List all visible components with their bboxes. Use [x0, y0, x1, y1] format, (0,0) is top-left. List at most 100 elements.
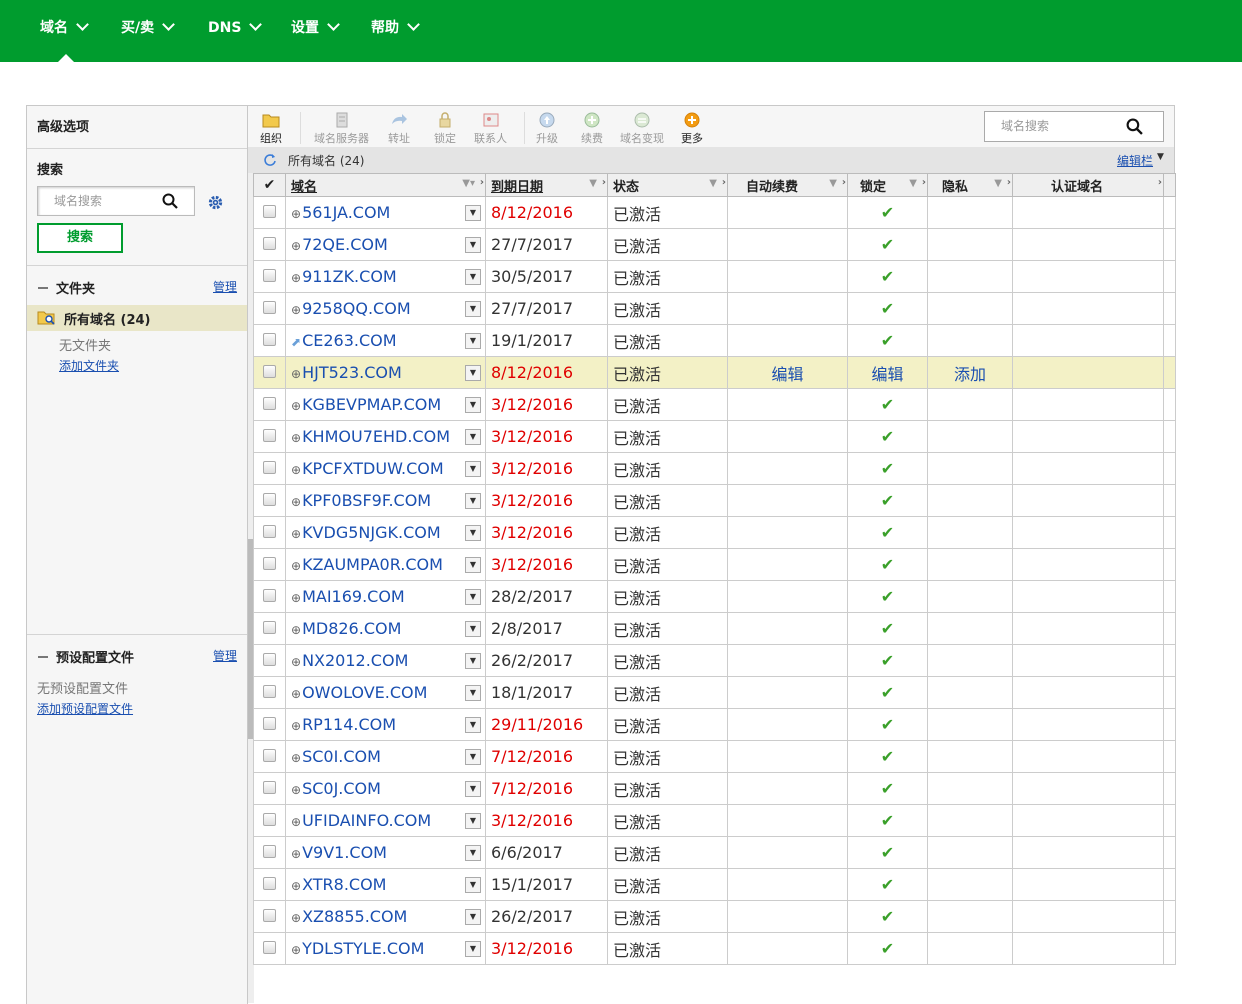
- domain-link[interactable]: 911ZK.COM: [302, 267, 397, 286]
- row-checkbox[interactable]: [263, 621, 276, 634]
- privacy-add-link[interactable]: 添加: [954, 365, 986, 384]
- zoom-icon[interactable]: ⊕: [291, 879, 301, 893]
- table-row[interactable]: ⊕911ZK.COM ▼ 30/5/2017 已激活 ✔: [253, 260, 1176, 293]
- zoom-icon[interactable]: ⊕: [291, 431, 301, 445]
- row-checkbox[interactable]: [263, 557, 276, 570]
- domain-link[interactable]: MD826.COM: [302, 619, 401, 638]
- domain-cell[interactable]: ⊕XTR8.COM ▼: [285, 868, 486, 901]
- table-row[interactable]: ⊕HJT523.COM ▼ 8/12/2016 已激活 编辑 编辑 添加: [253, 356, 1176, 389]
- row-checkbox-cell[interactable]: [253, 420, 286, 453]
- domain-link[interactable]: SC0I.COM: [302, 747, 381, 766]
- filter-icon[interactable]: ▼: [909, 178, 917, 189]
- row-checkbox-cell[interactable]: [253, 484, 286, 517]
- row-dropdown-button[interactable]: ▼: [465, 877, 481, 893]
- zoom-icon[interactable]: ⊕: [291, 527, 301, 541]
- zoom-icon[interactable]: ⊕: [291, 815, 301, 829]
- lock-cell[interactable]: 编辑: [847, 356, 928, 389]
- row-dropdown-button[interactable]: ▼: [465, 781, 481, 797]
- zoom-icon[interactable]: ⊕: [291, 207, 301, 221]
- domain-cell[interactable]: ⊕9258QQ.COM ▼: [285, 292, 486, 325]
- row-checkbox[interactable]: [263, 205, 276, 218]
- domain-cell[interactable]: ⊕YDLSTYLE.COM ▼: [285, 932, 486, 965]
- domain-link[interactable]: 72QE.COM: [302, 235, 388, 254]
- row-dropdown-button[interactable]: ▼: [465, 845, 481, 861]
- zoom-icon[interactable]: ⊕: [291, 847, 301, 861]
- table-row[interactable]: ⊕KVDG5NJGK.COM ▼ 3/12/2016 已激活 ✔: [253, 516, 1176, 549]
- domain-cell[interactable]: ⊕HJT523.COM ▼: [285, 356, 486, 389]
- domain-cell[interactable]: ⊕MD826.COM ▼: [285, 612, 486, 645]
- table-row[interactable]: ⊕YDLSTYLE.COM ▼ 3/12/2016 已激活 ✔: [253, 932, 1176, 965]
- nav-buy-sell[interactable]: 买/卖: [121, 0, 175, 56]
- domain-link[interactable]: KPCFXTDUW.COM: [302, 459, 444, 478]
- row-checkbox-cell[interactable]: [253, 772, 286, 805]
- domain-link[interactable]: KZAUMPA0R.COM: [302, 555, 443, 574]
- zoom-icon[interactable]: ⊕: [291, 943, 301, 957]
- row-checkbox-cell[interactable]: [253, 292, 286, 325]
- column-resize-icon[interactable]: ›: [1158, 177, 1162, 188]
- row-checkbox-cell[interactable]: [253, 932, 286, 965]
- table-row[interactable]: ⊕SC0J.COM ▼ 7/12/2016 已激活 ✔: [253, 772, 1176, 805]
- upgrade-button[interactable]: 升级: [536, 112, 558, 146]
- zoom-icon[interactable]: ⊕: [291, 591, 301, 605]
- add-preset-link[interactable]: 添加预设配置文件: [37, 700, 133, 717]
- row-checkbox-cell[interactable]: [253, 644, 286, 677]
- row-checkbox[interactable]: [263, 941, 276, 954]
- row-checkbox-cell[interactable]: [253, 356, 286, 389]
- table-row[interactable]: ⊕XTR8.COM ▼ 15/1/2017 已激活 ✔: [253, 868, 1176, 901]
- table-row[interactable]: ⊕KZAUMPA0R.COM ▼ 3/12/2016 已激活 ✔: [253, 548, 1176, 581]
- domain-link[interactable]: RP114.COM: [302, 715, 396, 734]
- row-checkbox[interactable]: [263, 845, 276, 858]
- domain-link[interactable]: KPF0BSF9F.COM: [302, 491, 431, 510]
- column-header-status[interactable]: 状态 ▼ ›: [607, 173, 728, 197]
- domain-link[interactable]: XZ8855.COM: [302, 907, 407, 926]
- presets-manage-link[interactable]: 管理: [213, 647, 237, 664]
- domain-cell[interactable]: ⊕561JA.COM ▼: [285, 196, 486, 229]
- table-row[interactable]: ⊕KPCFXTDUW.COM ▼ 3/12/2016 已激活 ✔: [253, 452, 1176, 485]
- lock-button[interactable]: 锁定: [434, 112, 456, 146]
- row-checkbox[interactable]: [263, 781, 276, 794]
- table-row[interactable]: ⊕KHMOU7EHD.COM ▼ 3/12/2016 已激活 ✔: [253, 420, 1176, 453]
- row-checkbox[interactable]: [263, 685, 276, 698]
- filter-icon[interactable]: ▼▾: [462, 178, 475, 189]
- zoom-icon[interactable]: ⊕: [291, 623, 301, 637]
- domain-link[interactable]: 561JA.COM: [302, 203, 390, 222]
- row-dropdown-button[interactable]: ▼: [465, 461, 481, 477]
- column-header-cert[interactable]: 认证域名 ›: [1012, 173, 1164, 197]
- row-dropdown-button[interactable]: ▼: [465, 621, 481, 637]
- row-dropdown-button[interactable]: ▼: [465, 301, 481, 317]
- row-checkbox[interactable]: [263, 749, 276, 762]
- column-resize-icon[interactable]: ›: [480, 177, 484, 188]
- row-checkbox[interactable]: [263, 877, 276, 890]
- domain-cell[interactable]: ⊕72QE.COM ▼: [285, 228, 486, 261]
- row-dropdown-button[interactable]: ▼: [465, 685, 481, 701]
- domain-link[interactable]: MAI169.COM: [302, 587, 405, 606]
- domain-cell[interactable]: ⊕UFIDAINFO.COM ▼: [285, 804, 486, 837]
- row-dropdown-button[interactable]: ▼: [465, 589, 481, 605]
- row-dropdown-button[interactable]: ▼: [465, 333, 481, 349]
- collapse-icon[interactable]: [38, 287, 48, 289]
- domain-link[interactable]: KGBEVPMAP.COM: [302, 395, 441, 414]
- zoom-icon[interactable]: ⊕: [291, 751, 301, 765]
- domain-link[interactable]: SC0J.COM: [302, 779, 381, 798]
- folder-all-domains[interactable]: 所有域名 (24): [27, 305, 247, 331]
- column-header-privacy[interactable]: 隐私 ▼ ›: [927, 173, 1013, 197]
- zoom-icon[interactable]: ⊕: [291, 495, 301, 509]
- zoom-icon[interactable]: ⊕: [291, 559, 301, 573]
- row-dropdown-button[interactable]: ▼: [465, 525, 481, 541]
- filter-icon[interactable]: ▼: [709, 178, 717, 189]
- table-row[interactable]: ⊕9258QQ.COM ▼ 27/7/2017 已激活 ✔: [253, 292, 1176, 325]
- zoom-icon[interactable]: ⊕: [291, 303, 301, 317]
- auto-renew-cell[interactable]: 编辑: [727, 356, 848, 389]
- domain-cell[interactable]: ⊕KPF0BSF9F.COM ▼: [285, 484, 486, 517]
- zoom-icon[interactable]: ⊕: [291, 239, 301, 253]
- row-checkbox[interactable]: [263, 493, 276, 506]
- row-dropdown-button[interactable]: ▼: [465, 653, 481, 669]
- row-dropdown-button[interactable]: ▼: [465, 557, 481, 573]
- zoom-icon[interactable]: ⊕: [291, 399, 301, 413]
- domain-link[interactable]: NX2012.COM: [302, 651, 408, 670]
- domain-cell[interactable]: ⊕SC0J.COM ▼: [285, 772, 486, 805]
- domain-cell[interactable]: ⊕SC0I.COM ▼: [285, 740, 486, 773]
- row-checkbox-cell[interactable]: [253, 388, 286, 421]
- row-checkbox[interactable]: [263, 813, 276, 826]
- domain-link[interactable]: YDLSTYLE.COM: [302, 939, 424, 958]
